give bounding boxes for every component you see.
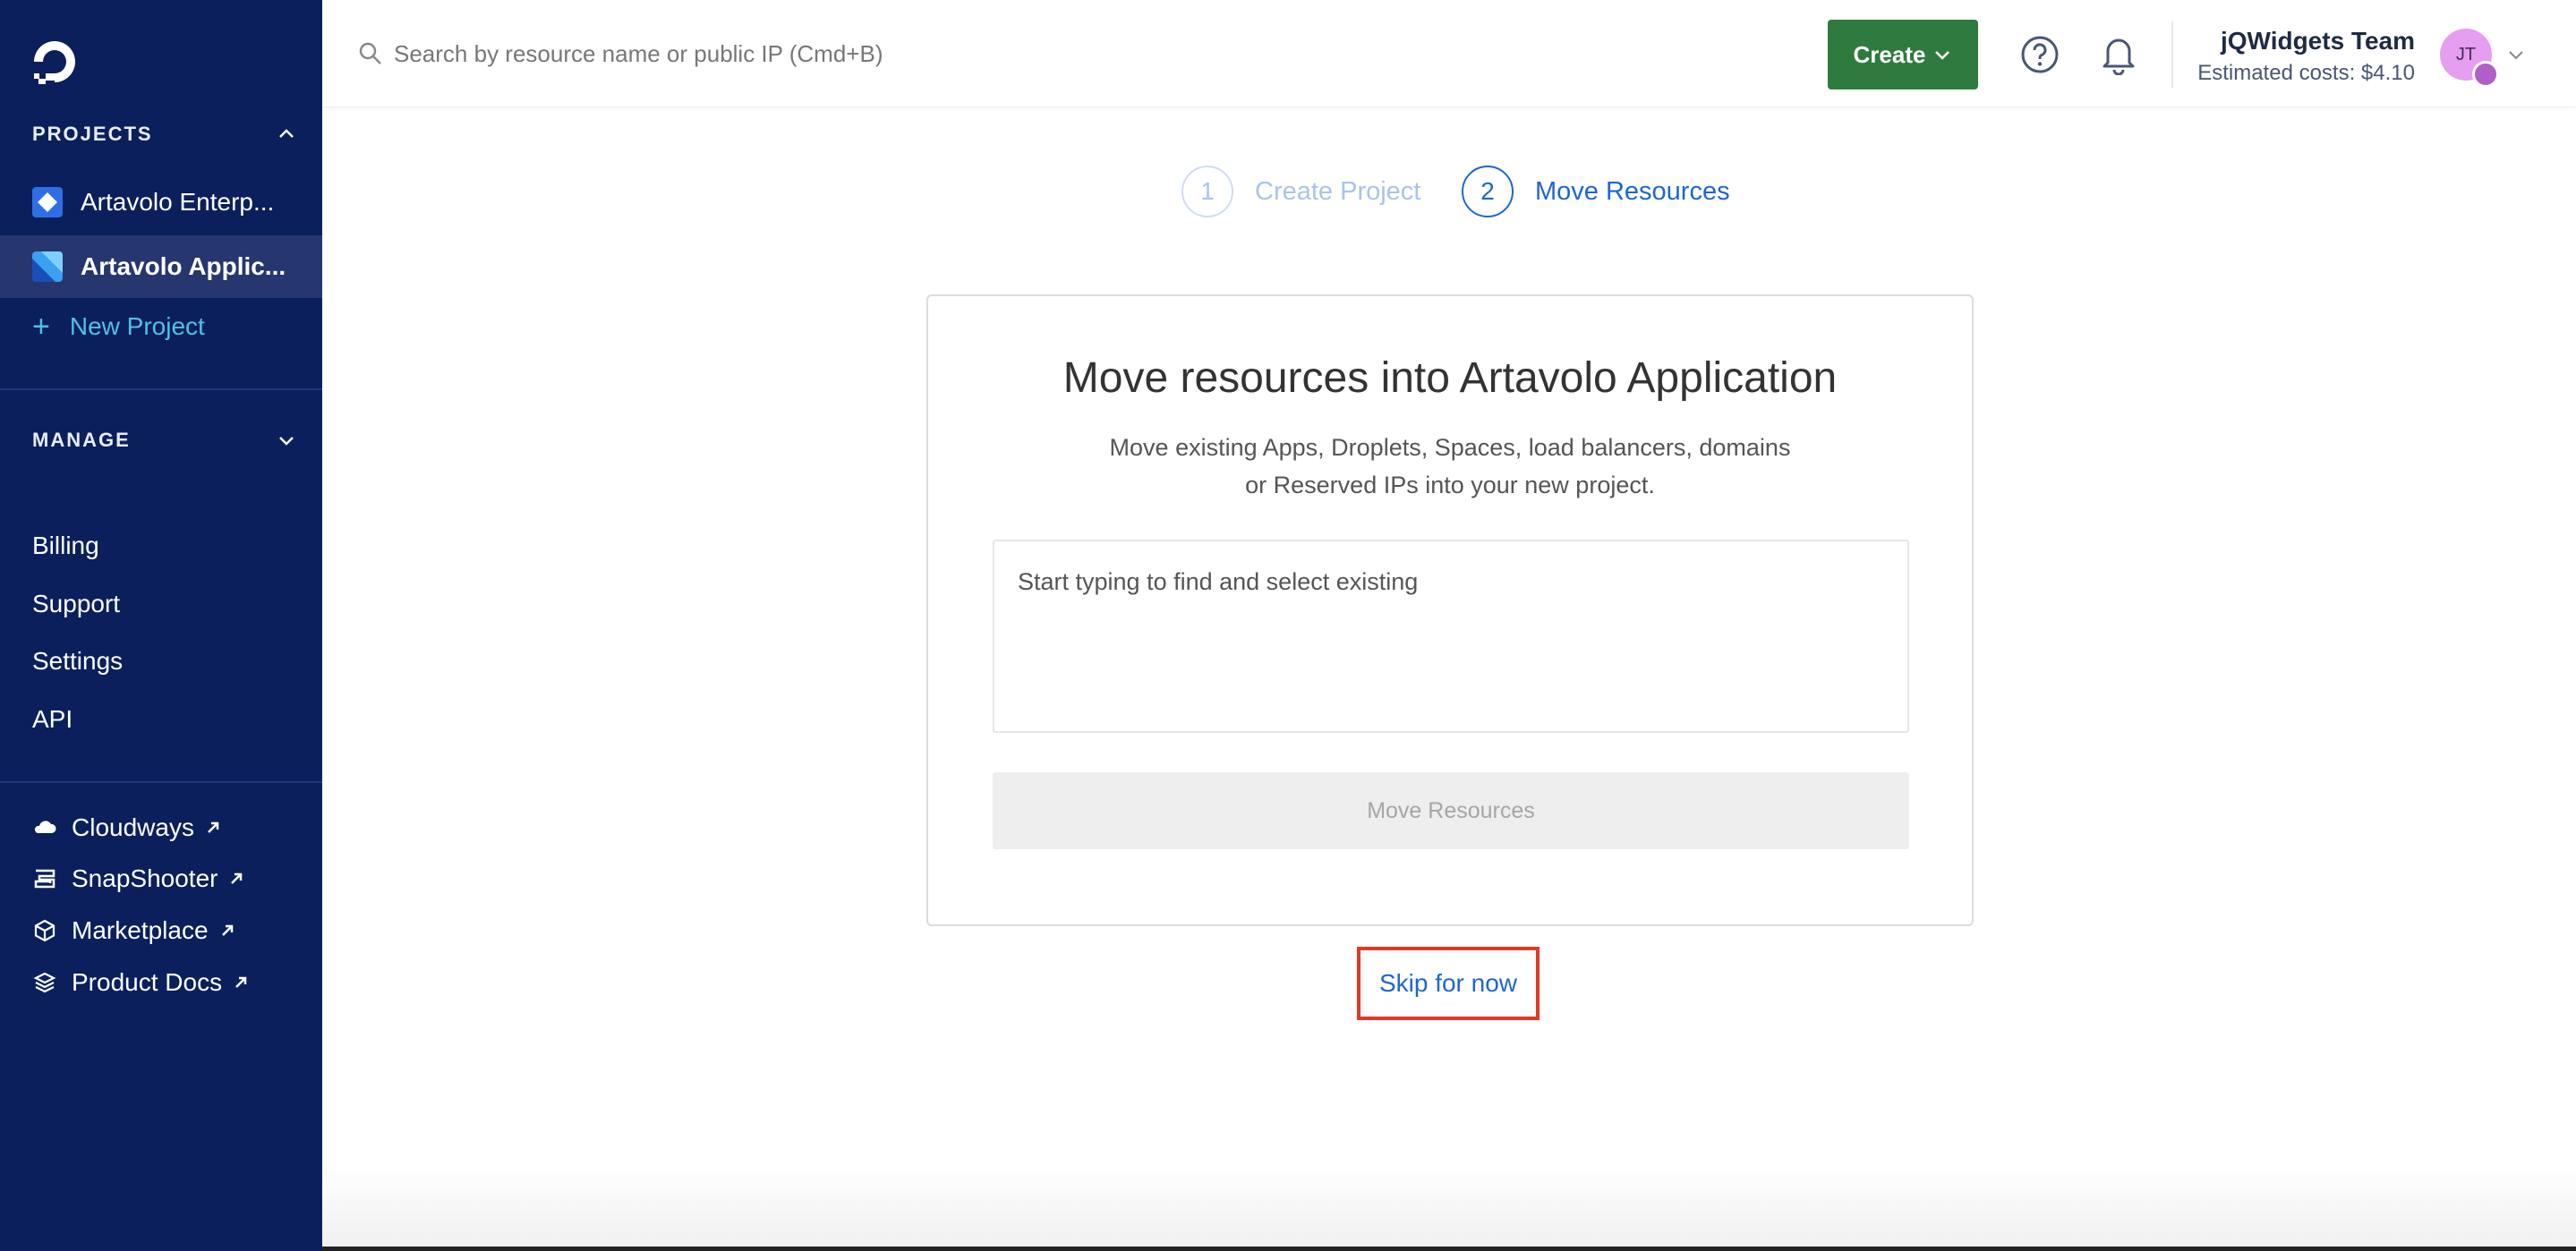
layers-icon — [33, 972, 56, 993]
projects-heading: PROJECTS — [32, 123, 153, 145]
team-name[interactable]: jQWidgets Team — [2221, 27, 2415, 55]
step-move-resources: 2 Move Resources — [1462, 166, 1730, 217]
sidebar-link-product-docs[interactable]: Product Docs — [32, 965, 249, 1000]
estimated-costs: Estimated costs: $4.10 — [2197, 61, 2415, 85]
chevron-down-icon — [279, 437, 294, 446]
skip-for-now-link[interactable]: Skip for now — [1357, 947, 1540, 1020]
bell-icon[interactable] — [2098, 32, 2139, 75]
diamond-project-icon — [32, 187, 63, 217]
chevron-up-icon — [279, 129, 294, 138]
external-arrow-icon — [235, 976, 247, 988]
slash-project-icon — [32, 251, 63, 282]
sidebar-link-cloudways[interactable]: Cloudways — [32, 810, 221, 846]
sidebar-link-marketplace[interactable]: Marketplace — [32, 913, 235, 949]
sidebar-item-support[interactable]: Support — [32, 586, 120, 622]
link-label: Cloudways — [72, 813, 194, 841]
link-label: Marketplace — [72, 916, 209, 944]
projects-section-toggle[interactable]: PROJECTS — [32, 116, 297, 152]
card-description: Move existing Apps, Droplets, Spaces, lo… — [1109, 434, 1791, 498]
create-label: Create — [1853, 40, 1926, 68]
external-arrow-icon — [208, 821, 219, 833]
help-icon[interactable] — [2019, 34, 2060, 75]
sidebar-item-billing[interactable]: Billing — [32, 528, 99, 564]
sidebar-link-snapshooter[interactable]: SnapShooter — [32, 861, 244, 897]
move-resources-card: Move resources into Artavolo Application… — [926, 294, 1974, 926]
resource-search-field[interactable] — [993, 540, 1909, 733]
search-input[interactable] — [394, 34, 1199, 73]
bottom-fade — [322, 1163, 2576, 1251]
sidebar: PROJECTS Artavolo Enterp... Artavolo App… — [0, 0, 322, 1251]
sidebar-item-project-application[interactable]: Artavolo Applic... — [0, 235, 322, 298]
search-icon — [359, 42, 381, 64]
step-number: 1 — [1181, 166, 1233, 217]
cloud-icon — [34, 821, 56, 833]
step-label: Create Project — [1255, 176, 1421, 206]
team-badge-icon — [2472, 61, 2499, 88]
link-label: SnapShooter — [72, 864, 218, 892]
move-resources-button[interactable]: Move Resources — [993, 772, 1909, 849]
sidebar-item-project-enterprise[interactable]: Artavolo Enterp... — [0, 171, 322, 234]
step-number: 2 — [1462, 166, 1514, 217]
snapshooter-icon — [34, 869, 55, 889]
step-label: Move Resources — [1535, 176, 1730, 206]
manage-heading: MANAGE — [32, 429, 131, 451]
sidebar-divider — [0, 781, 322, 783]
chevron-down-icon — [1935, 51, 1950, 60]
manage-section-toggle[interactable]: MANAGE — [32, 422, 297, 458]
sidebar-item-settings[interactable]: Settings — [32, 643, 123, 679]
new-project-link[interactable]: + New Project — [32, 309, 205, 345]
sidebar-divider — [0, 388, 322, 390]
project-label: Artavolo Applic... — [81, 252, 286, 280]
step-create-project: 1 Create Project — [1181, 166, 1420, 217]
cube-icon — [34, 919, 55, 942]
digitalocean-logo-icon[interactable] — [29, 36, 81, 88]
avatar[interactable]: JT — [2440, 29, 2499, 88]
plus-icon: + — [32, 309, 50, 344]
external-arrow-icon — [221, 924, 233, 936]
new-project-label: New Project — [69, 312, 205, 340]
window-bottom-edge — [322, 1247, 2576, 1251]
sidebar-item-api[interactable]: API — [32, 702, 73, 737]
top-bar: Create jQWidgets Team Estimated costs: $… — [322, 0, 2576, 107]
project-label: Artavolo Enterp... — [81, 188, 275, 216]
link-label: Product Docs — [72, 968, 223, 996]
chevron-down-icon[interactable] — [2506, 45, 2526, 64]
topbar-divider — [2171, 21, 2173, 88]
create-button[interactable]: Create — [1828, 20, 1978, 89]
external-arrow-icon — [231, 872, 243, 884]
card-title: Move resources into Artavolo Application — [1062, 354, 1838, 402]
